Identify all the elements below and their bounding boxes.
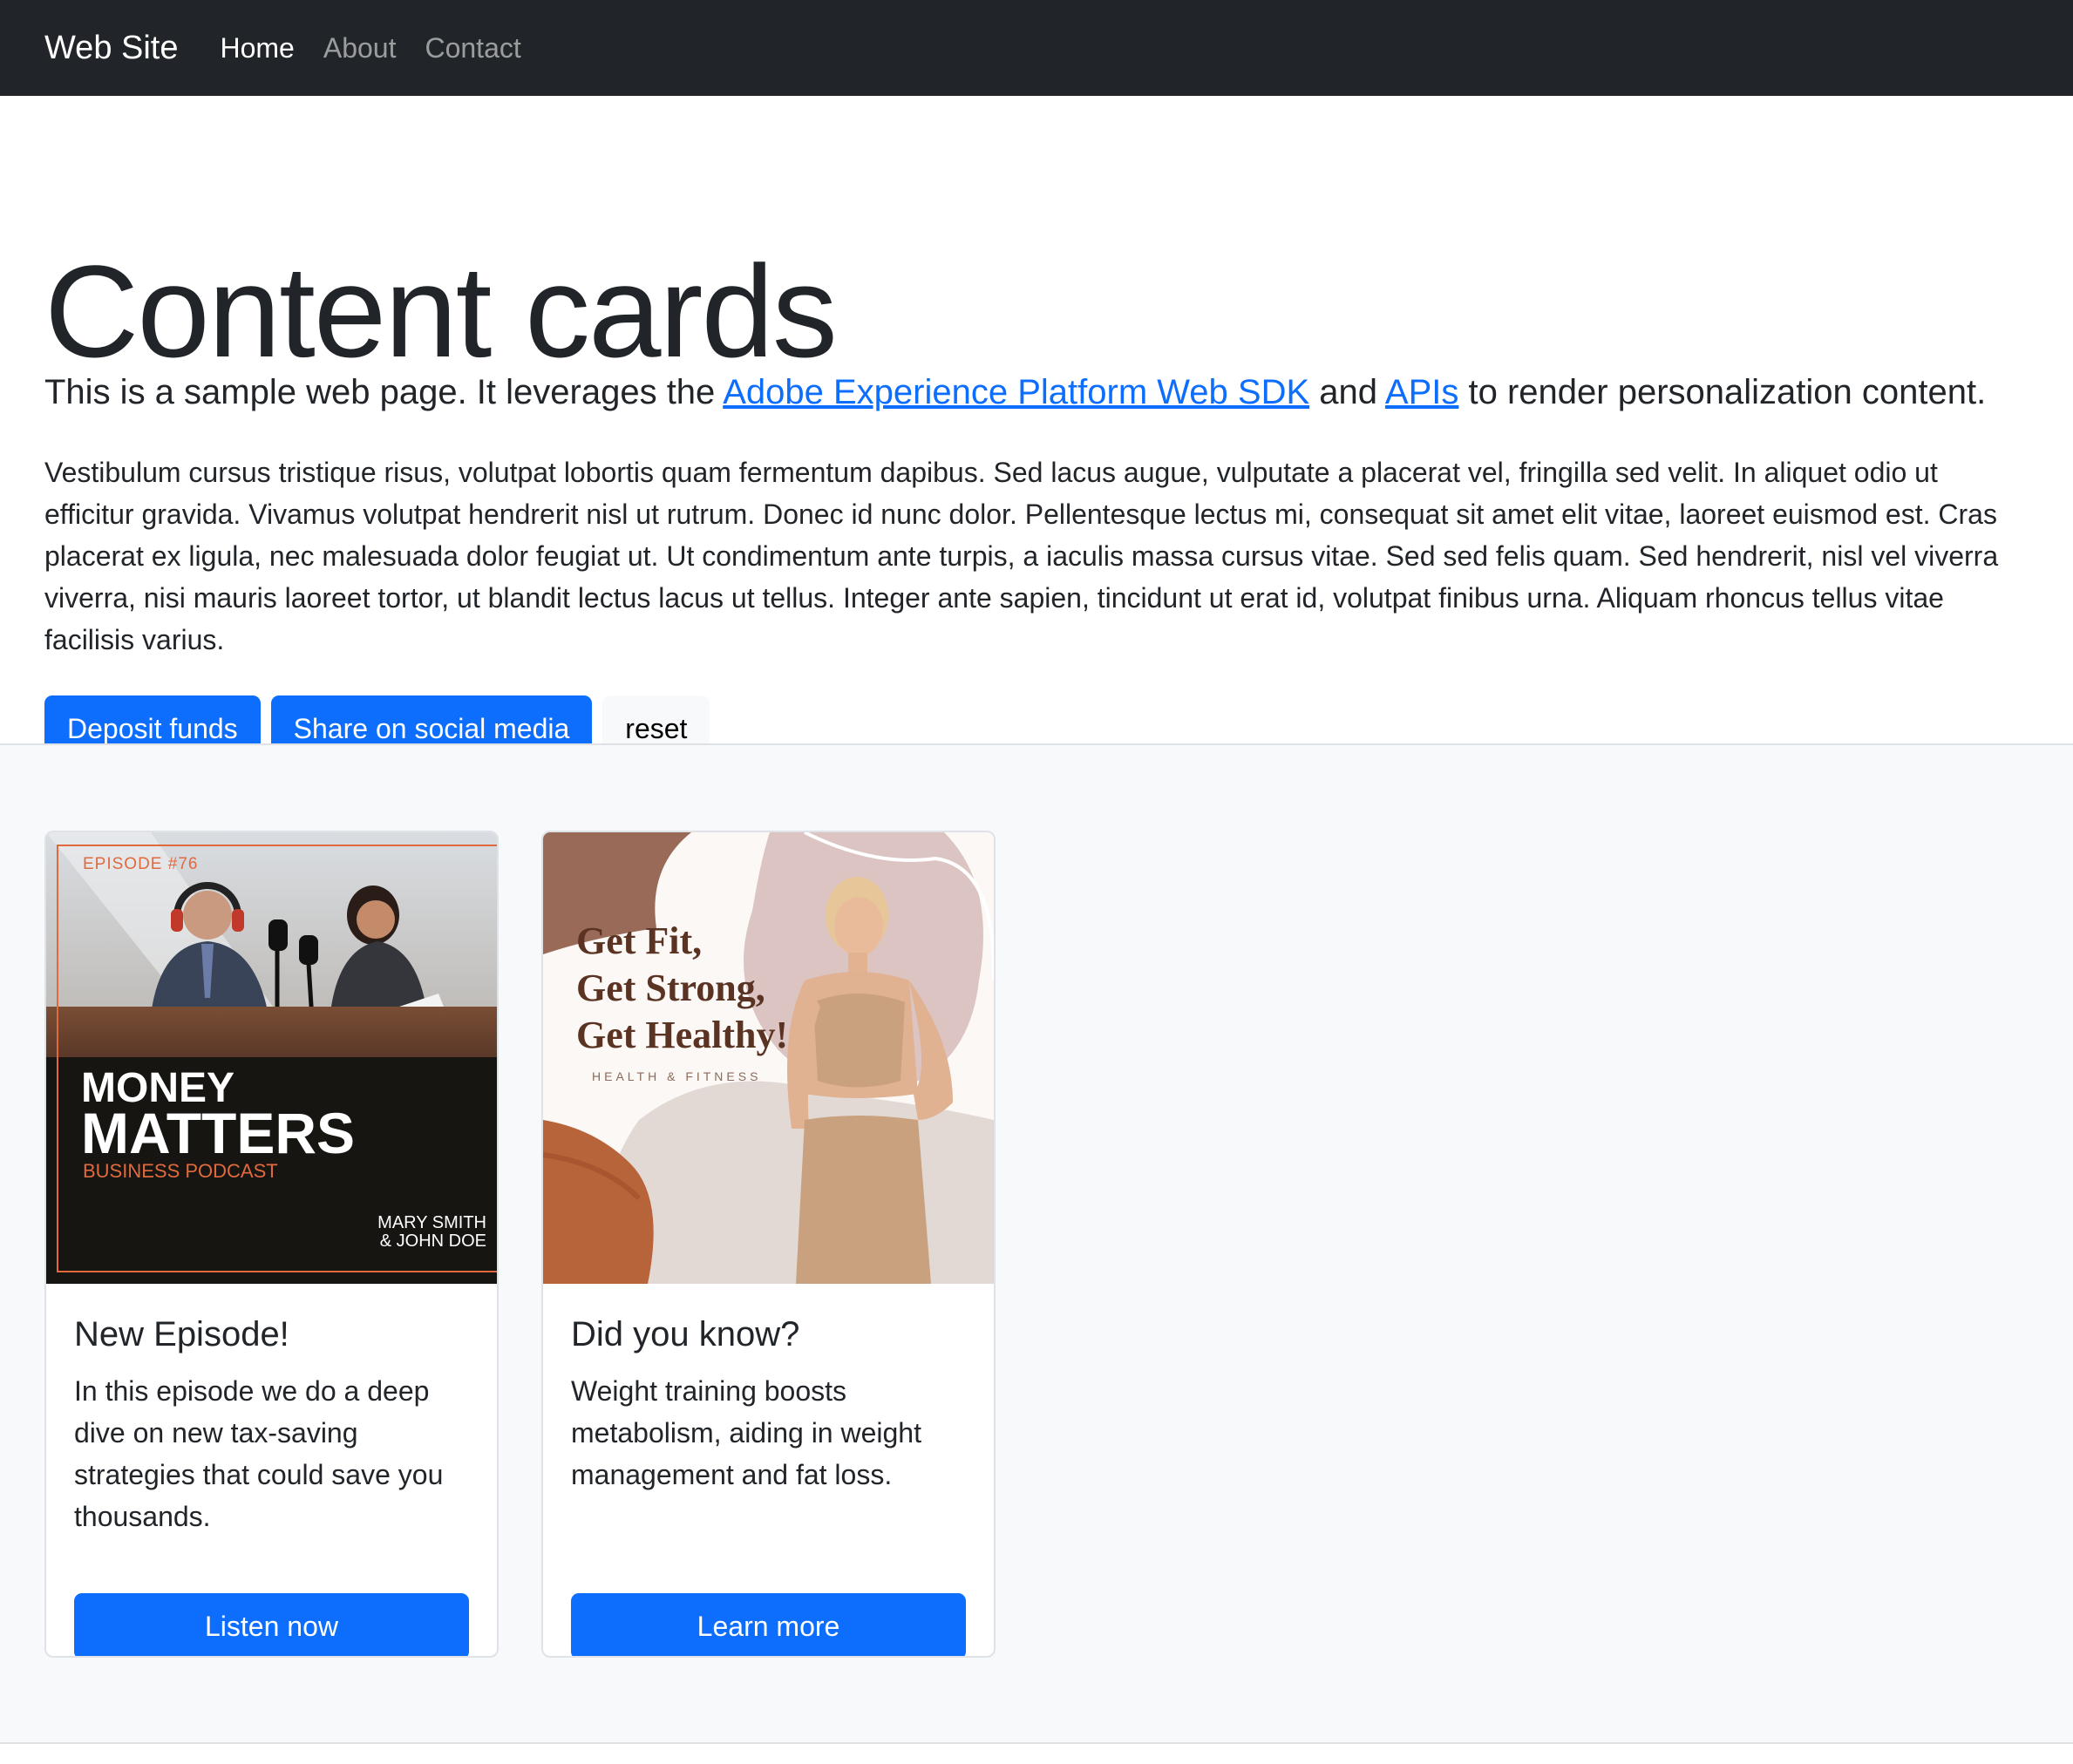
nav-link-about[interactable]: About: [323, 32, 397, 64]
podcast-hosts: MARY SMITH & JOHN DOE: [377, 1214, 486, 1251]
brand-link[interactable]: Web Site: [44, 30, 178, 67]
lead-suffix: to render personalization content.: [1458, 373, 1987, 411]
top-navbar: Web Site Home About Contact: [0, 0, 2073, 96]
card-title: New Episode!: [74, 1315, 289, 1354]
card-body: Did you know? Weight training boosts met…: [543, 1284, 994, 1656]
nav-link-contact[interactable]: Contact: [425, 32, 520, 64]
content-cards-section: EPISODE #76 MONEY MATTERS BUSINESS PODCA…: [0, 743, 2073, 1744]
fitness-headline-line1: Get Fit,: [576, 919, 703, 962]
podcast-host-line1: MARY SMITH: [377, 1213, 486, 1232]
card-text: Weight training boosts metabolism, aidin…: [571, 1375, 921, 1490]
fitness-subtitle: HEALTH & FITNESS: [592, 1069, 762, 1083]
fitness-headline-line3: Get Healthy!: [576, 1014, 789, 1056]
content-card-podcast: EPISODE #76 MONEY MATTERS BUSINESS PODCA…: [44, 831, 499, 1658]
podcast-episode-label: EPISODE #76: [83, 855, 199, 873]
podcast-frame-border: [57, 845, 497, 1272]
nav-link-home[interactable]: Home: [220, 32, 294, 64]
card-title: Did you know?: [571, 1315, 800, 1354]
listen-now-button[interactable]: Listen now: [74, 1593, 469, 1656]
learn-more-button[interactable]: Learn more: [571, 1593, 966, 1656]
podcast-title-line2: MATTERS: [81, 1101, 356, 1165]
podcast-cover-image: EPISODE #76 MONEY MATTERS BUSINESS PODCA…: [46, 832, 497, 1284]
fitness-cover-image: Get Fit, Get Strong, Get Healthy! HEALTH…: [543, 832, 994, 1284]
card-text: In this episode we do a deep dive on new…: [74, 1375, 444, 1532]
lead-mid: and: [1309, 373, 1385, 411]
podcast-host-line2: & JOHN DOE: [379, 1231, 486, 1251]
page-title: Content cards: [44, 238, 838, 384]
fitness-headline-line2: Get Strong,: [576, 967, 765, 1009]
fitness-headline: Get Fit, Get Strong, Get Healthy!: [576, 918, 788, 1059]
body-paragraph: Vestibulum cursus tristique risus, volut…: [44, 457, 1999, 655]
hero-section: Content cards This is a sample web page.…: [0, 96, 2073, 762]
content-card-fitness: Get Fit, Get Strong, Get Healthy! HEALTH…: [541, 831, 996, 1658]
podcast-subtitle: BUSINESS PODCAST: [83, 1160, 278, 1182]
card-body: New Episode! In this episode we do a dee…: [46, 1284, 497, 1656]
apis-link[interactable]: APIs: [1385, 373, 1458, 411]
